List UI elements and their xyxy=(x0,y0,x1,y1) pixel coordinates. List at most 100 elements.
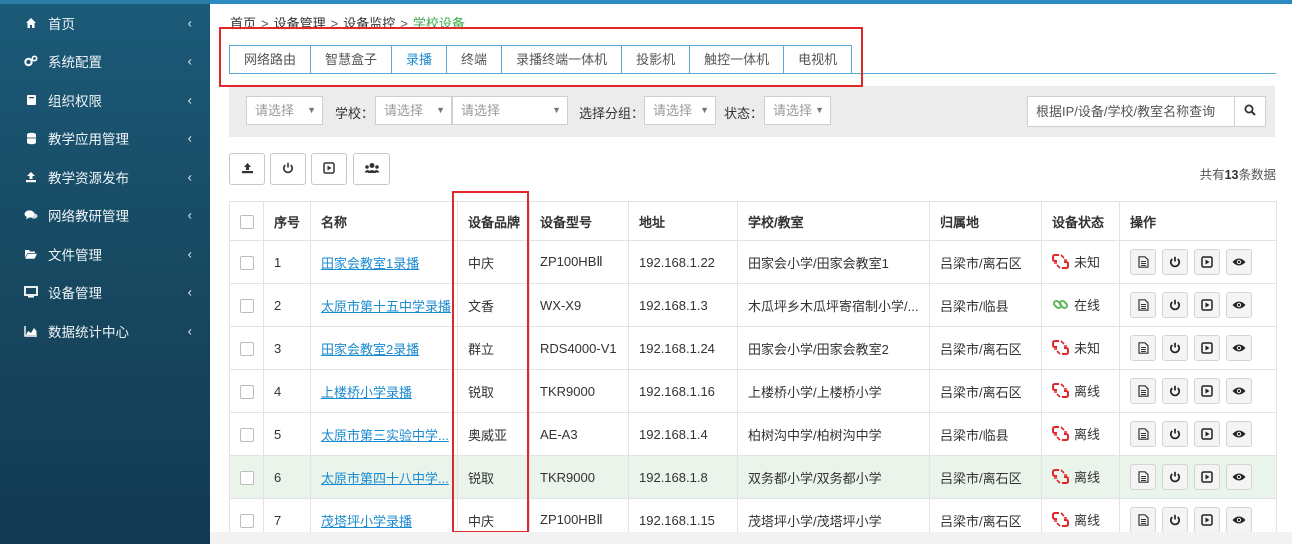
device-name-link[interactable]: 田家会教室2录播 xyxy=(321,342,419,357)
sidebar-item-data-stats[interactable]: 数据统计中心 ‹ xyxy=(0,312,210,350)
row-actions-cell xyxy=(1119,283,1277,327)
row-checkbox[interactable] xyxy=(240,470,254,485)
upload-icon xyxy=(241,162,254,177)
row-model: TKR9000 xyxy=(529,455,629,499)
power-button[interactable] xyxy=(270,153,306,185)
row-play-button[interactable] xyxy=(1194,249,1220,275)
row-play-button[interactable] xyxy=(1194,292,1220,318)
row-checkbox[interactable] xyxy=(240,341,254,356)
play-icon xyxy=(1201,471,1213,483)
sidebar-item-file-manage[interactable]: 文件管理 ‹ xyxy=(0,235,210,273)
row-checkbox[interactable] xyxy=(240,255,254,270)
col-header-region: 归属地 xyxy=(929,201,1042,241)
total-suffix: 条数据 xyxy=(1238,168,1276,182)
row-model: AE-A3 xyxy=(529,412,629,456)
monitor-icon xyxy=(24,285,38,299)
search-button[interactable] xyxy=(1235,96,1266,127)
device-name-link[interactable]: 太原市第四十八中学... xyxy=(321,471,449,486)
unlink-icon xyxy=(1052,511,1069,528)
play-button[interactable] xyxy=(311,153,347,185)
upload-button[interactable] xyxy=(229,153,265,185)
row-checkbox[interactable] xyxy=(240,427,254,442)
power-icon xyxy=(1169,299,1181,311)
row-eye-button[interactable] xyxy=(1226,378,1252,404)
sidebar-item-teaching-app[interactable]: 教学应用管理 ‹ xyxy=(0,119,210,157)
row-eye-button[interactable] xyxy=(1226,464,1252,490)
row-school: 木瓜坪乡木瓜坪寄宿制小学/... xyxy=(737,283,930,327)
caret-down-icon: ▼ xyxy=(436,105,445,115)
row-status-cell: 离线 xyxy=(1041,455,1120,499)
row-file-button[interactable] xyxy=(1130,421,1156,447)
play-icon xyxy=(1201,256,1213,268)
row-region: 吕梁市/离石区 xyxy=(929,326,1042,370)
col-header-model: 设备型号 xyxy=(529,201,629,241)
row-file-button[interactable] xyxy=(1130,378,1156,404)
device-name-link[interactable]: 太原市第三实验中学... xyxy=(321,428,449,443)
sidebar-item-home[interactable]: 首页 ‹ xyxy=(0,4,210,42)
row-power-button[interactable] xyxy=(1162,464,1188,490)
device-name-link[interactable]: 田家会教室1录播 xyxy=(321,256,419,271)
classroom-select[interactable]: 请选择 ▼ xyxy=(452,96,568,125)
row-name-cell: 太原市第十五中学录播 xyxy=(310,283,458,327)
row-eye-button[interactable] xyxy=(1226,507,1252,533)
database-icon xyxy=(24,131,38,145)
row-play-button[interactable] xyxy=(1194,378,1220,404)
sidebar-item-system-config[interactable]: 系统配置 ‹ xyxy=(0,42,210,80)
row-play-button[interactable] xyxy=(1194,464,1220,490)
sidebar-item-resource-publish[interactable]: 教学资源发布 ‹ xyxy=(0,158,210,196)
row-power-button[interactable] xyxy=(1162,378,1188,404)
region-select-value: 请选择 xyxy=(255,103,295,118)
row-checkbox[interactable] xyxy=(240,298,254,313)
status-label: 状态： xyxy=(724,106,764,121)
row-eye-button[interactable] xyxy=(1226,335,1252,361)
row-actions-cell xyxy=(1119,240,1277,284)
users-button[interactable] xyxy=(353,153,390,185)
row-eye-button[interactable] xyxy=(1226,292,1252,318)
row-eye-button[interactable] xyxy=(1226,421,1252,447)
row-file-button[interactable] xyxy=(1130,292,1156,318)
row-play-button[interactable] xyxy=(1194,421,1220,447)
table-row: 2 太原市第十五中学录播 文香 WX-X9 192.168.1.3 木瓜坪乡木瓜坪寄宿制小… xyxy=(229,283,1277,327)
file-icon xyxy=(1137,428,1149,440)
row-play-button[interactable] xyxy=(1194,335,1220,361)
row-file-button[interactable] xyxy=(1130,249,1156,275)
chevron-left-icon: ‹ xyxy=(187,284,192,300)
device-name-link[interactable]: 太原市第十五中学录播 xyxy=(321,299,451,314)
row-name-cell: 太原市第三实验中学... xyxy=(310,412,458,456)
row-eye-button[interactable] xyxy=(1226,249,1252,275)
row-power-button[interactable] xyxy=(1162,292,1188,318)
sidebar-item-org-permission[interactable]: 组织权限 ‹ xyxy=(0,81,210,119)
row-ip: 192.168.1.24 xyxy=(628,326,738,370)
row-power-button[interactable] xyxy=(1162,421,1188,447)
row-power-button[interactable] xyxy=(1162,507,1188,533)
file-icon xyxy=(1137,342,1149,354)
caret-down-icon: ▼ xyxy=(552,105,561,115)
table-body: 1 田家会教室1录播 中庆 ZP100HBⅡ 192.168.1.22 田家会小学/田家会… xyxy=(229,240,1277,542)
chevron-left-icon: ‹ xyxy=(187,130,192,146)
row-power-button[interactable] xyxy=(1162,249,1188,275)
status-select[interactable]: 请选择 ▼ xyxy=(764,96,831,125)
upload-icon xyxy=(24,170,38,184)
row-play-button[interactable] xyxy=(1194,507,1220,533)
row-file-button[interactable] xyxy=(1130,507,1156,533)
row-checkbox[interactable] xyxy=(240,384,254,399)
row-status: 在线 xyxy=(1074,297,1101,313)
play-icon xyxy=(323,161,335,177)
school-select[interactable]: 请选择 ▼ xyxy=(375,96,452,125)
region-select[interactable]: 请选择 ▼ xyxy=(246,96,323,125)
device-name-link[interactable]: 茂塔坪小学录播 xyxy=(321,514,412,529)
row-ip: 192.168.1.4 xyxy=(628,412,738,456)
select-all-checkbox[interactable] xyxy=(240,214,254,229)
row-status-cell: 离线 xyxy=(1041,412,1120,456)
row-file-button[interactable] xyxy=(1130,464,1156,490)
sidebar-item-device-manage[interactable]: 设备管理 ‹ xyxy=(0,273,210,311)
row-power-button[interactable] xyxy=(1162,335,1188,361)
device-name-link[interactable]: 上楼桥小学录播 xyxy=(321,385,412,400)
row-file-button[interactable] xyxy=(1130,335,1156,361)
group-select[interactable]: 请选择 ▼ xyxy=(644,96,716,125)
sidebar-item-online-research[interactable]: 网络教研管理 ‹ xyxy=(0,196,210,234)
row-ip: 192.168.1.8 xyxy=(628,455,738,499)
row-checkbox[interactable] xyxy=(240,513,254,528)
search-input[interactable]: 根据IP/设备/学校/教室名称查询 xyxy=(1027,96,1235,127)
row-name-cell: 田家会教室2录播 xyxy=(310,326,458,370)
